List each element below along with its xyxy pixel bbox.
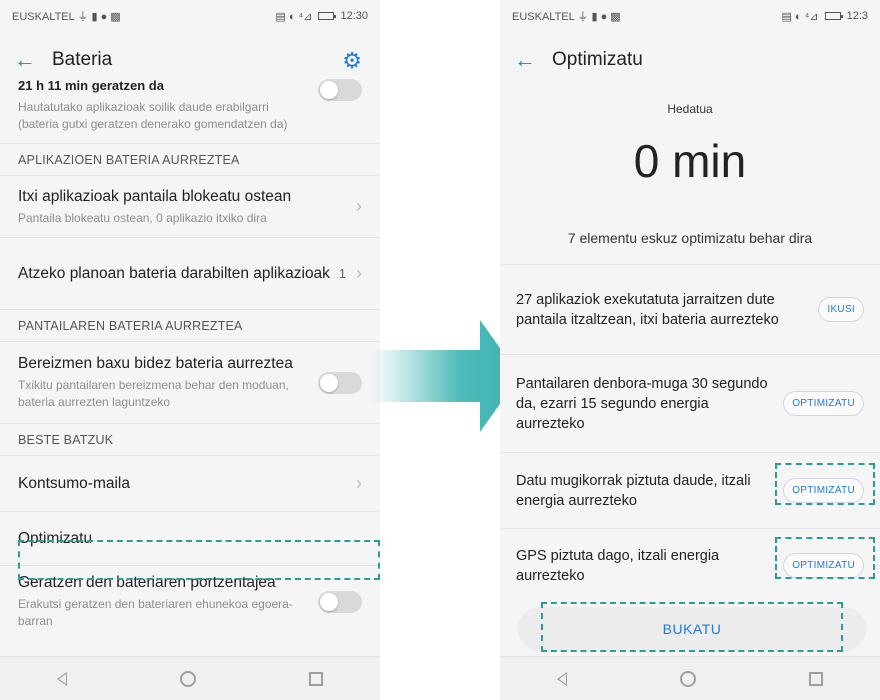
extended-label: Hedatua: [667, 102, 713, 116]
gear-icon[interactable]: ⚙: [342, 48, 362, 74]
row-title: Optimizatu: [18, 529, 93, 547]
optimization-item: GPS piztuta dago, itzali energia aurrezt…: [500, 528, 880, 602]
status-bar: EUSKALTEL ⏚ ▮ ● ▩ ▤ ◐ ⁴⊿ 12:30: [0, 0, 380, 32]
row-subtitle: Hautatutako aplikazioak soilik daude era…: [18, 100, 288, 131]
row-title: Geratzen den bateriaren portzentajea: [18, 574, 276, 591]
optimize-button[interactable]: OPTIMIZATU: [783, 553, 864, 578]
nav-home-icon[interactable]: [179, 670, 196, 687]
optimize-row[interactable]: Optimizatu: [0, 511, 380, 565]
optimize-button[interactable]: OPTIMIZATU: [783, 478, 864, 503]
extended-time-summary: Hedatua 0 min: [500, 88, 880, 188]
nav-recent-apps-icon[interactable]: [809, 671, 824, 686]
row-title: Atzeko planoan bateria darabilten aplika…: [18, 264, 330, 282]
extended-value: 0 min: [633, 135, 747, 187]
chevron-right-icon: ›: [356, 473, 362, 493]
nav-recent-apps-icon[interactable]: [309, 671, 324, 686]
row-title: 21 h 11 min geratzen da: [18, 78, 164, 93]
status-bar: EUSKALTEL ⏚ ▮ ● ▩ ▤ ◐ ⁴⊿ 12:3: [500, 0, 880, 32]
row-title: Itxi aplikazioak pantaila blokeatu ostea…: [18, 187, 292, 205]
finish-button[interactable]: BUKATU: [518, 607, 866, 651]
close-apps-after-lock-row[interactable]: Itxi aplikazioak pantaila blokeatu ostea…: [0, 175, 380, 237]
optimization-item: Pantailaren denbora-muga 30 segundo da, …: [500, 354, 880, 452]
count-badge: 1: [338, 266, 346, 281]
nav-back-icon[interactable]: [56, 671, 67, 686]
battery-percentage-toggle[interactable]: [318, 590, 362, 613]
status-icons: ▤ ◐ ⁴⊿: [275, 10, 313, 23]
item-description: 27 aplikaziok exekutatuta jarraitzen dut…: [516, 291, 779, 328]
optimization-item: 27 aplikaziok exekutatuta jarraitzen dut…: [500, 264, 880, 354]
background-battery-apps-row[interactable]: Atzeko planoan bateria darabilten aplika…: [0, 237, 380, 309]
section-header-apps: APLIKAZIOEN BATERIA AURREZTEA: [0, 143, 380, 175]
row-subtitle: Pantaila blokeatu ostean, 0 aplikazio it…: [18, 210, 267, 225]
battery-icon: [318, 12, 337, 20]
row-subtitle: Txikitu pantailaren bereizmena behar den…: [18, 378, 289, 409]
low-resolution-row[interactable]: Bereizmen baxu bidez bateria aurreztea T…: [0, 341, 380, 423]
nav-home-icon[interactable]: [679, 670, 696, 687]
section-header-screen: PANTAILAREN BATERIA AURREZTEA: [0, 309, 380, 341]
battery-icon: [824, 12, 843, 20]
item-description: GPS piztuta dago, itzali energia aurrezt…: [516, 547, 720, 584]
consumption-level-row[interactable]: Kontsumo-maila ›: [0, 455, 380, 511]
row-title: Kontsumo-maila: [18, 474, 130, 492]
pending-items-label: 7 elementu eskuz optimizatu behar dira: [567, 230, 813, 246]
carrier-label: EUSKALTEL ⏚ ▮ ● ▩: [512, 11, 621, 23]
ultra-saver-toggle[interactable]: [318, 78, 362, 101]
clock: 12:30: [340, 10, 368, 22]
carrier-label: EUSKALTEL ⏚ ▮ ● ▩: [12, 11, 121, 23]
back-arrow-icon[interactable]: ←: [514, 47, 542, 73]
right-phone-screen: EUSKALTEL ⏚ ▮ ● ▩ ▤ ◐ ⁴⊿ 12:3 ← Optimiza…: [500, 0, 880, 700]
nav-back-icon[interactable]: [556, 671, 567, 686]
row-title: Bereizmen baxu bidez bateria aurreztea: [18, 355, 293, 372]
optimize-button[interactable]: OPTIMIZATU: [783, 391, 864, 416]
left-phone-screen: EUSKALTEL ⏚ ▮ ● ▩ ▤ ◐ ⁴⊿ 12:30 ← Bateria…: [0, 0, 380, 700]
battery-percentage-row[interactable]: Geratzen den bateriaren portzentajea Era…: [0, 565, 380, 637]
title-bar: ← Optimizatu: [500, 32, 880, 88]
chevron-right-icon: ›: [356, 196, 362, 216]
low-resolution-toggle[interactable]: [318, 371, 362, 394]
clock: 12:3: [846, 10, 868, 22]
item-description: Pantailaren denbora-muga 30 segundo da, …: [516, 375, 768, 432]
view-button[interactable]: IKUSI: [818, 297, 864, 322]
status-icons: ▤ ◐ ⁴⊿: [781, 10, 819, 23]
optimization-item: Datu mugikorrak piztuta daude, itzali en…: [500, 452, 880, 528]
section-header-others: BESTE BATZUK: [0, 423, 380, 455]
chevron-right-icon: ›: [356, 263, 362, 283]
navigation-bar: [0, 656, 380, 700]
remaining-time-row[interactable]: 21 h 11 min geratzen da Hautatutako apli…: [0, 76, 380, 143]
page-title: Optimizatu: [552, 49, 643, 70]
page-title: Bateria: [52, 49, 113, 70]
item-description: Datu mugikorrak piztuta daude, itzali en…: [516, 472, 751, 509]
navigation-bar: [500, 656, 880, 700]
back-arrow-icon[interactable]: ←: [14, 47, 42, 73]
row-subtitle: Erakutsi geratzen den bateriaren ehuneko…: [18, 597, 293, 628]
